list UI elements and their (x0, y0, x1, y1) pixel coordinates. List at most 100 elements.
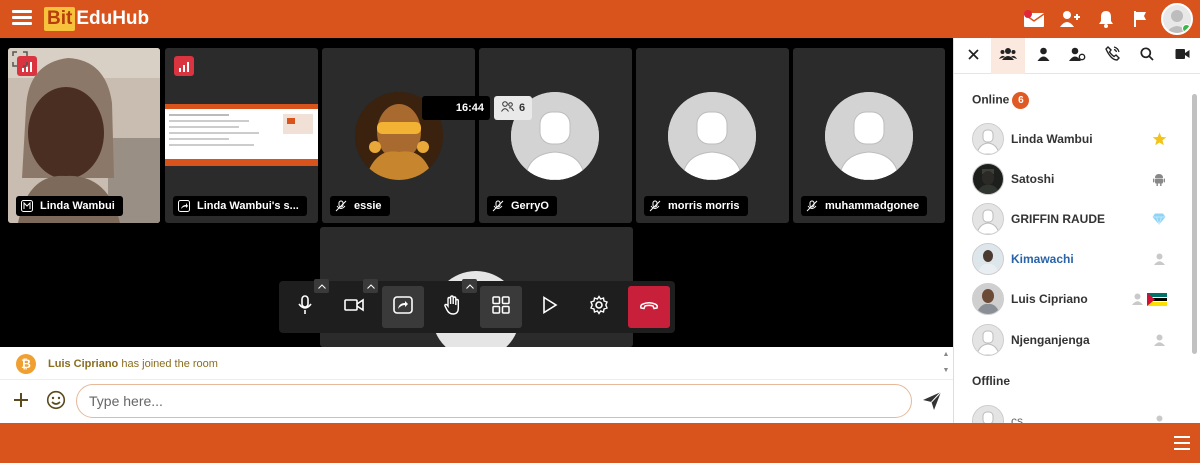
bitcoin-icon: ₿ (16, 354, 36, 374)
tab-user[interactable] (1026, 41, 1060, 71)
settings-icon (589, 294, 609, 320)
participant-name-tag: essie (330, 196, 390, 216)
connection-signal-icon (174, 56, 194, 76)
tab-user-settings[interactable] (1060, 41, 1094, 71)
participant-name: Linda Wambui's s... (197, 200, 299, 212)
grid-view-button[interactable] (480, 286, 522, 328)
user-avatar (972, 163, 1004, 195)
diamond-icon (1151, 211, 1167, 227)
user-list-item[interactable]: cs (954, 403, 1189, 423)
fullscreen-icon[interactable] (12, 51, 28, 67)
user-avatar (972, 243, 1004, 275)
user-name: Satoshi (1011, 172, 1055, 186)
country-flag-icon (1147, 291, 1167, 307)
user-list-item[interactable]: Njenganjenga (954, 322, 1189, 358)
screen-share-preview (165, 104, 318, 166)
tab-participants[interactable] (991, 38, 1025, 74)
avatar[interactable] (1161, 3, 1193, 35)
participant-name: morris morris (668, 200, 740, 212)
user-list-item[interactable]: GRIFFIN RAUDE (954, 201, 1189, 237)
screen-share-button[interactable] (382, 286, 424, 328)
participant-name-tag: morris morris (644, 196, 748, 216)
settings-button[interactable] (578, 286, 620, 328)
close-panel-button[interactable] (956, 41, 990, 71)
messages-icon[interactable] (1023, 8, 1045, 30)
microphone-button[interactable] (284, 286, 326, 328)
chat-scrollbar[interactable]: ▲ ▼ (942, 350, 950, 378)
offline-section-header: Offline (972, 374, 1010, 388)
user-list-item[interactable]: Luis Cipriano (954, 281, 1189, 317)
add-attachment-icon[interactable] (11, 390, 31, 410)
video-stage: Linda Wambui Linda Wambui's s... essie G… (0, 38, 953, 347)
close-icon (967, 47, 979, 65)
flag-icon[interactable] (1129, 8, 1151, 30)
meeting-timer: 16:44 (422, 96, 490, 120)
scrollbar-thumb[interactable] (1192, 94, 1197, 354)
participant-name: essie (354, 200, 382, 212)
user-avatar (972, 203, 1004, 235)
camera-button[interactable] (333, 286, 375, 328)
menu-icon[interactable] (1174, 436, 1190, 450)
user-name: GRIFFIN RAUDE (1011, 212, 1105, 226)
user-avatar (972, 123, 1004, 155)
search-icon (1140, 46, 1154, 66)
video-tile[interactable]: Linda Wambui's s... (165, 48, 318, 223)
participant-name-tag: Linda Wambui (16, 196, 123, 216)
hangup-button[interactable] (628, 286, 670, 328)
video-tile[interactable]: GerryO (479, 48, 632, 223)
hamburger-icon[interactable] (12, 10, 32, 26)
star-icon (1151, 131, 1167, 147)
video-tile[interactable]: muhammadgonee (793, 48, 945, 223)
participant-count[interactable]: 6 (494, 96, 532, 120)
mic-muted-icon (491, 199, 505, 213)
system-message: Luis Cipriano has joined the room (48, 358, 218, 370)
bell-icon[interactable] (1095, 8, 1117, 30)
users-icon (999, 47, 1017, 66)
user-status-icon (1151, 413, 1167, 423)
participant-name: muhammadgonee (825, 200, 920, 212)
panel-scrollbar[interactable] (1191, 88, 1198, 423)
tab-search[interactable] (1130, 41, 1164, 71)
video-tile[interactable]: Linda Wambui (8, 48, 160, 223)
screen-share-icon (177, 199, 191, 213)
side-panel: Online 6 Linda Wambui Satoshi GRIFFIN RAU… (953, 38, 1200, 423)
message-input[interactable] (76, 384, 912, 418)
meeting-controls (279, 279, 675, 333)
emoji-icon[interactable] (46, 390, 66, 410)
participant-count-text: 6 (518, 102, 526, 114)
system-message-user: Luis Cipriano (48, 358, 119, 370)
send-icon[interactable] (922, 391, 942, 411)
raise-hand-button[interactable] (431, 286, 473, 328)
tab-calls[interactable] (1095, 41, 1129, 71)
tab-video[interactable] (1165, 41, 1199, 71)
microphone-icon (297, 294, 313, 320)
video-tile[interactable]: morris morris (636, 48, 789, 223)
user-list-item[interactable]: Kimawachi (954, 241, 1189, 277)
user-name: Luis Cipriano (1011, 292, 1088, 306)
chat-input-row (0, 380, 953, 423)
scroll-up-arrow[interactable]: ▲ (942, 350, 950, 360)
participant-name-tag: Linda Wambui's s... (173, 196, 307, 216)
logo-eduhub: EduHub (76, 8, 150, 29)
user-status-icon (1129, 291, 1145, 307)
mic-muted-icon (648, 199, 662, 213)
add-user-icon[interactable] (1059, 8, 1081, 30)
android-icon (1151, 171, 1167, 187)
user-list-item[interactable]: Satoshi (954, 161, 1189, 197)
user-status-icon (1151, 332, 1167, 348)
participant-avatar (668, 92, 756, 180)
screen-share-icon (393, 295, 413, 319)
app-logo[interactable]: Bit EduHub (44, 7, 149, 31)
play-button[interactable] (529, 286, 571, 328)
user-icon (1037, 47, 1050, 66)
top-bar: Bit EduHub (0, 0, 1200, 38)
video-tile[interactable]: essie (322, 48, 475, 223)
mic-muted-icon (805, 199, 819, 213)
user-list-item[interactable]: Linda Wambui (954, 121, 1189, 157)
online-label: Online (972, 92, 1010, 107)
bottom-bar (0, 423, 1200, 463)
participant-name-tag: GerryO (487, 196, 557, 216)
people-icon (501, 101, 514, 115)
scroll-down-arrow[interactable]: ▼ (942, 366, 950, 376)
user-name: cs (1011, 414, 1023, 423)
